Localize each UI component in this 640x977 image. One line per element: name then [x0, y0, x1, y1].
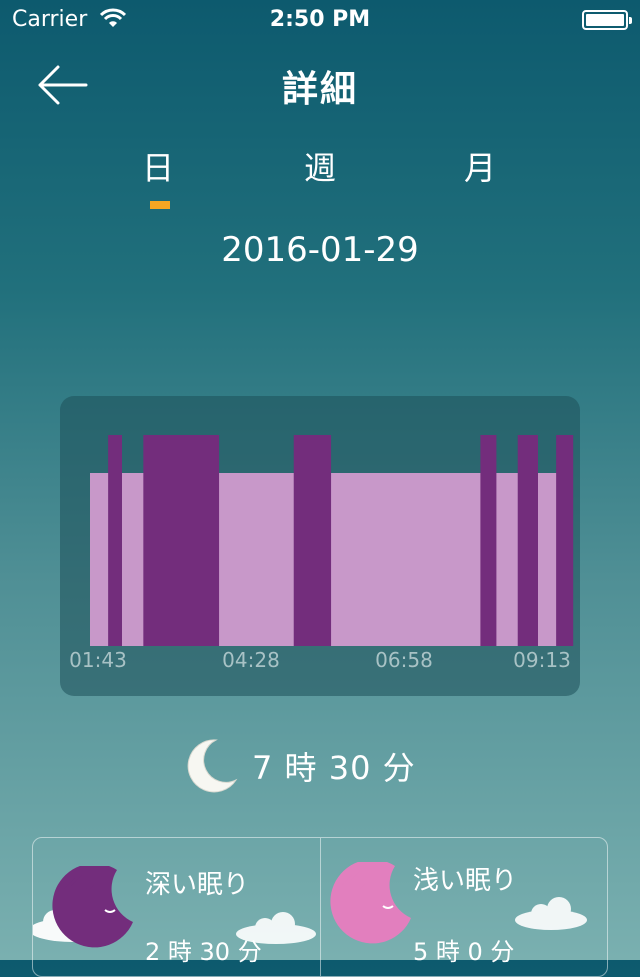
tab-week[interactable]: 週 [280, 143, 360, 189]
deep-sleep-bar [108, 435, 122, 646]
tab-day[interactable]: 日 [118, 143, 198, 189]
clock: 2:50 PM [269, 7, 371, 32]
status-bar: Carrier 2:50 PM [0, 0, 640, 40]
sleep-chart: 01:43 04:28 06:58 09:13 [60, 396, 580, 696]
moon-icon [187, 739, 238, 793]
deep-sleep-bar [293, 435, 332, 646]
light-sleep-value: 5 時 0 分 [413, 938, 515, 966]
deep-sleep-bar [143, 435, 220, 646]
tab-month[interactable]: 月 [440, 143, 520, 189]
x-tick-label: 01:43 [69, 648, 127, 672]
deep-sleep-label: 深い眠り [145, 870, 250, 900]
light-sleep-cell: 浅い眠り 5 時 0 分 [321, 838, 607, 976]
light-sleep-label: 浅い眠り [413, 866, 518, 896]
sleep-chart-svg: 01:43 04:28 06:58 09:13 [69, 435, 574, 672]
sleep-summary: 深い眠り 2 時 30 分 浅い眠り 5 時 0 分 [32, 837, 608, 977]
deep-sleep-value: 2 時 30 分 [145, 938, 262, 966]
page-title: 詳細 [281, 69, 358, 110]
deep-sleep-cell: 深い眠り 2 時 30 分 [33, 838, 320, 976]
date-label: 2016-01-29 [221, 230, 419, 270]
tab-indicator [150, 201, 170, 209]
light-sleep-moon-icon [330, 862, 411, 944]
deep-sleep-moon-icon [52, 866, 133, 948]
x-tick-label: 04:28 [222, 648, 280, 672]
deep-sleep-bar [480, 435, 497, 646]
x-tick-label: 09:13 [513, 648, 571, 672]
x-tick-label: 06:58 [375, 648, 433, 672]
deep-sleep-bar [556, 435, 574, 646]
battery-icon [582, 10, 632, 30]
deep-sleep-bar [517, 435, 538, 646]
total-sleep-time: 7 時 30 分 [252, 749, 416, 787]
cloud-icon [515, 897, 587, 930]
